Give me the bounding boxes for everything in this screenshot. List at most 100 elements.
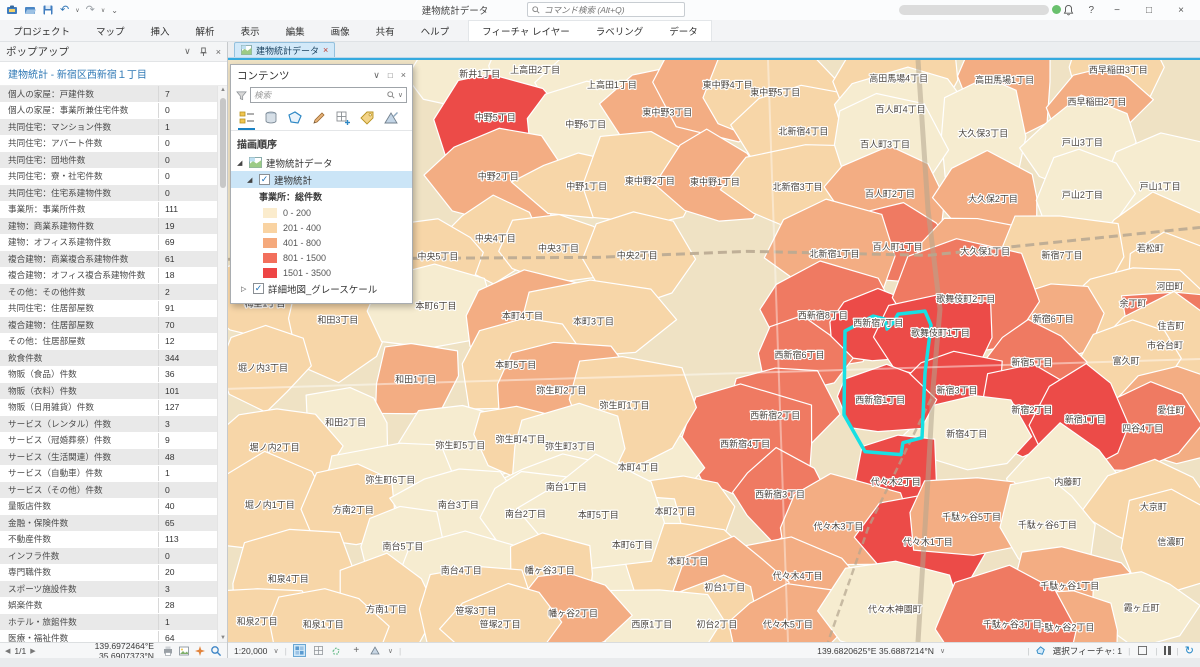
scale-value[interactable]: 1:20,000 [234, 646, 267, 656]
attribute-label: 建物：商業系建物件数 [0, 220, 158, 232]
crosshair-icon[interactable]: + [350, 644, 363, 657]
layer-search-box[interactable]: 検索 ∨ [250, 87, 407, 103]
ribbon-tab-7[interactable]: 共有 [363, 20, 408, 41]
legend-class-label: 1501 - 3500 [283, 268, 331, 278]
ribbon-tab-8[interactable]: ヘルプ [408, 20, 463, 41]
district-label: 中央5丁目 [417, 251, 458, 262]
maximize-button[interactable]: □ [1140, 5, 1158, 16]
undo-dropdown-icon[interactable]: ∨ [75, 7, 79, 14]
attribute-value: 9 [158, 433, 217, 449]
spatial-reference-icon[interactable] [369, 644, 382, 657]
search-options-icon[interactable]: ∨ [398, 91, 403, 99]
scale-dropdown-icon[interactable]: ∨ [273, 647, 278, 655]
ribbon-tab-0[interactable]: プロジェクト [0, 20, 83, 41]
open-project-icon[interactable] [24, 4, 36, 16]
command-search-box[interactable] [527, 2, 685, 17]
basemap-layer-label[interactable]: 詳細地図_グレースケール [268, 282, 377, 296]
map-canvas[interactable]: 新井1丁目上高田2丁目上高田1丁目中野5丁目中野6丁目東中野3丁目東中野4丁目東… [228, 58, 1200, 642]
list-by-drawing-order-icon[interactable] [237, 108, 256, 127]
selected-features-count[interactable]: 選択フィーチャ: 1 [1053, 645, 1122, 657]
minimize-button[interactable]: − [1108, 5, 1126, 16]
map-tab-close-icon[interactable]: × [323, 45, 328, 55]
filter-funnel-icon[interactable] [236, 90, 247, 101]
layer-checkbox-checked[interactable]: ✓ [259, 174, 270, 185]
layer-row-selected[interactable]: ◢ ✓ 建物統計 [231, 171, 412, 188]
ribbon-tab-1[interactable]: マップ [83, 20, 138, 41]
contextual-tab-1[interactable]: ラベリング [583, 21, 657, 41]
pointer-coordinates[interactable]: 139.6820625°E 35.6887214°N [817, 646, 934, 656]
attribute-label: 事業所：事業所件数 [0, 203, 158, 215]
ribbon-tab-3[interactable]: 解析 [183, 20, 228, 41]
list-by-data-source-icon[interactable] [261, 108, 280, 127]
customize-qat-icon[interactable]: ⌄ [111, 6, 118, 15]
contextual-tab-2[interactable]: データ [656, 21, 711, 41]
list-by-selection-icon[interactable] [285, 108, 304, 127]
notifications-bell-icon[interactable] [1063, 4, 1074, 16]
popup-pane-titlebar: ポップアップ ∨ × [0, 42, 227, 62]
legend-color-swatch[interactable] [263, 208, 277, 218]
map-view-tab[interactable]: 建物統計データ × [234, 42, 335, 57]
basemap-checkbox-checked[interactable]: ✓ [253, 283, 264, 294]
account-name-blurred[interactable] [899, 5, 1049, 15]
coords-dropdown-icon[interactable]: ∨ [940, 647, 945, 655]
grid-icon[interactable] [312, 644, 325, 657]
refresh-icon[interactable]: ↻ [1185, 644, 1194, 657]
group-layer-row[interactable]: ◢ 建物統計データ [231, 154, 412, 171]
list-by-perspective-icon[interactable] [381, 108, 400, 127]
contents-toolbar [231, 107, 412, 131]
expanded-icon[interactable]: ◢ [237, 159, 245, 167]
contents-close-icon[interactable]: × [401, 70, 406, 80]
district-label: 信濃町 [1157, 536, 1184, 547]
popup-menu-icon[interactable]: ∨ [184, 46, 191, 57]
print-icon[interactable] [162, 645, 174, 657]
selection-tool-icon[interactable] [331, 644, 344, 657]
ribbon-tab-4[interactable]: 表示 [228, 20, 273, 41]
collapsed-icon[interactable]: ▷ [241, 285, 249, 293]
basemap-layer-row[interactable]: ▷ ✓ 詳細地図_グレースケール [231, 280, 412, 297]
list-by-labeling-icon[interactable] [357, 108, 376, 127]
legend-color-swatch[interactable] [263, 253, 277, 263]
search-feature-icon[interactable] [210, 645, 222, 657]
previous-feature-icon[interactable]: ◀ [5, 647, 10, 655]
pause-drawing-icon[interactable] [1164, 646, 1171, 655]
district-label: 北新宿4丁目 [778, 126, 828, 137]
layout-grid-toggle-icon[interactable] [293, 644, 306, 657]
next-feature-icon[interactable]: ▶ [30, 647, 35, 655]
overview-window-icon[interactable] [1136, 644, 1149, 657]
redo-icon[interactable]: ↷ [86, 5, 95, 16]
contextual-tab-0[interactable]: フィーチャ レイヤー [469, 21, 583, 41]
undo-icon[interactable]: ↶ [60, 5, 69, 16]
save-project-icon[interactable] [42, 4, 54, 16]
group-layer-label[interactable]: 建物統計データ [266, 156, 333, 170]
legend-color-swatch[interactable] [263, 223, 277, 233]
district-label: 東中野1丁目 [690, 176, 740, 187]
ribbon-tab-6[interactable]: 画像 [318, 20, 363, 41]
ribbon-tab-5[interactable]: 編集 [273, 20, 318, 41]
export-image-icon[interactable] [178, 645, 190, 657]
close-button[interactable]: × [1172, 5, 1190, 16]
legend-color-swatch[interactable] [263, 268, 277, 278]
legend-color-swatch[interactable] [263, 238, 277, 248]
zoom-to-feature-icon[interactable] [194, 645, 206, 657]
contents-menu-icon[interactable]: ∨ [373, 70, 380, 81]
list-by-snapping-icon[interactable] [333, 108, 352, 127]
popup-scrollbar[interactable]: ▲ ▼ [217, 86, 227, 642]
list-by-editing-icon[interactable] [309, 108, 328, 127]
redo-dropdown-icon[interactable]: ∨ [101, 7, 105, 14]
ribbon-tab-2[interactable]: 挿入 [138, 20, 183, 41]
help-icon[interactable]: ? [1088, 5, 1094, 16]
statusbar-dropdown-icon[interactable]: ∨ [388, 647, 393, 655]
district-label: 本町6丁目 [416, 300, 457, 311]
dock-icon[interactable]: □ [388, 71, 393, 80]
popup-close-icon[interactable]: × [216, 47, 221, 57]
scrollbar-thumb[interactable] [220, 98, 226, 188]
district-label: 東中野3丁目 [642, 106, 692, 117]
pin-icon[interactable] [199, 47, 208, 57]
attribute-value: 0 [158, 169, 217, 185]
attribute-value: 64 [158, 631, 217, 643]
layer-label[interactable]: 建物統計 [274, 173, 312, 187]
attribute-value: 70 [158, 317, 217, 333]
new-project-icon[interactable] [6, 4, 18, 16]
command-search-input[interactable] [544, 5, 674, 15]
expanded-icon[interactable]: ◢ [247, 176, 255, 184]
